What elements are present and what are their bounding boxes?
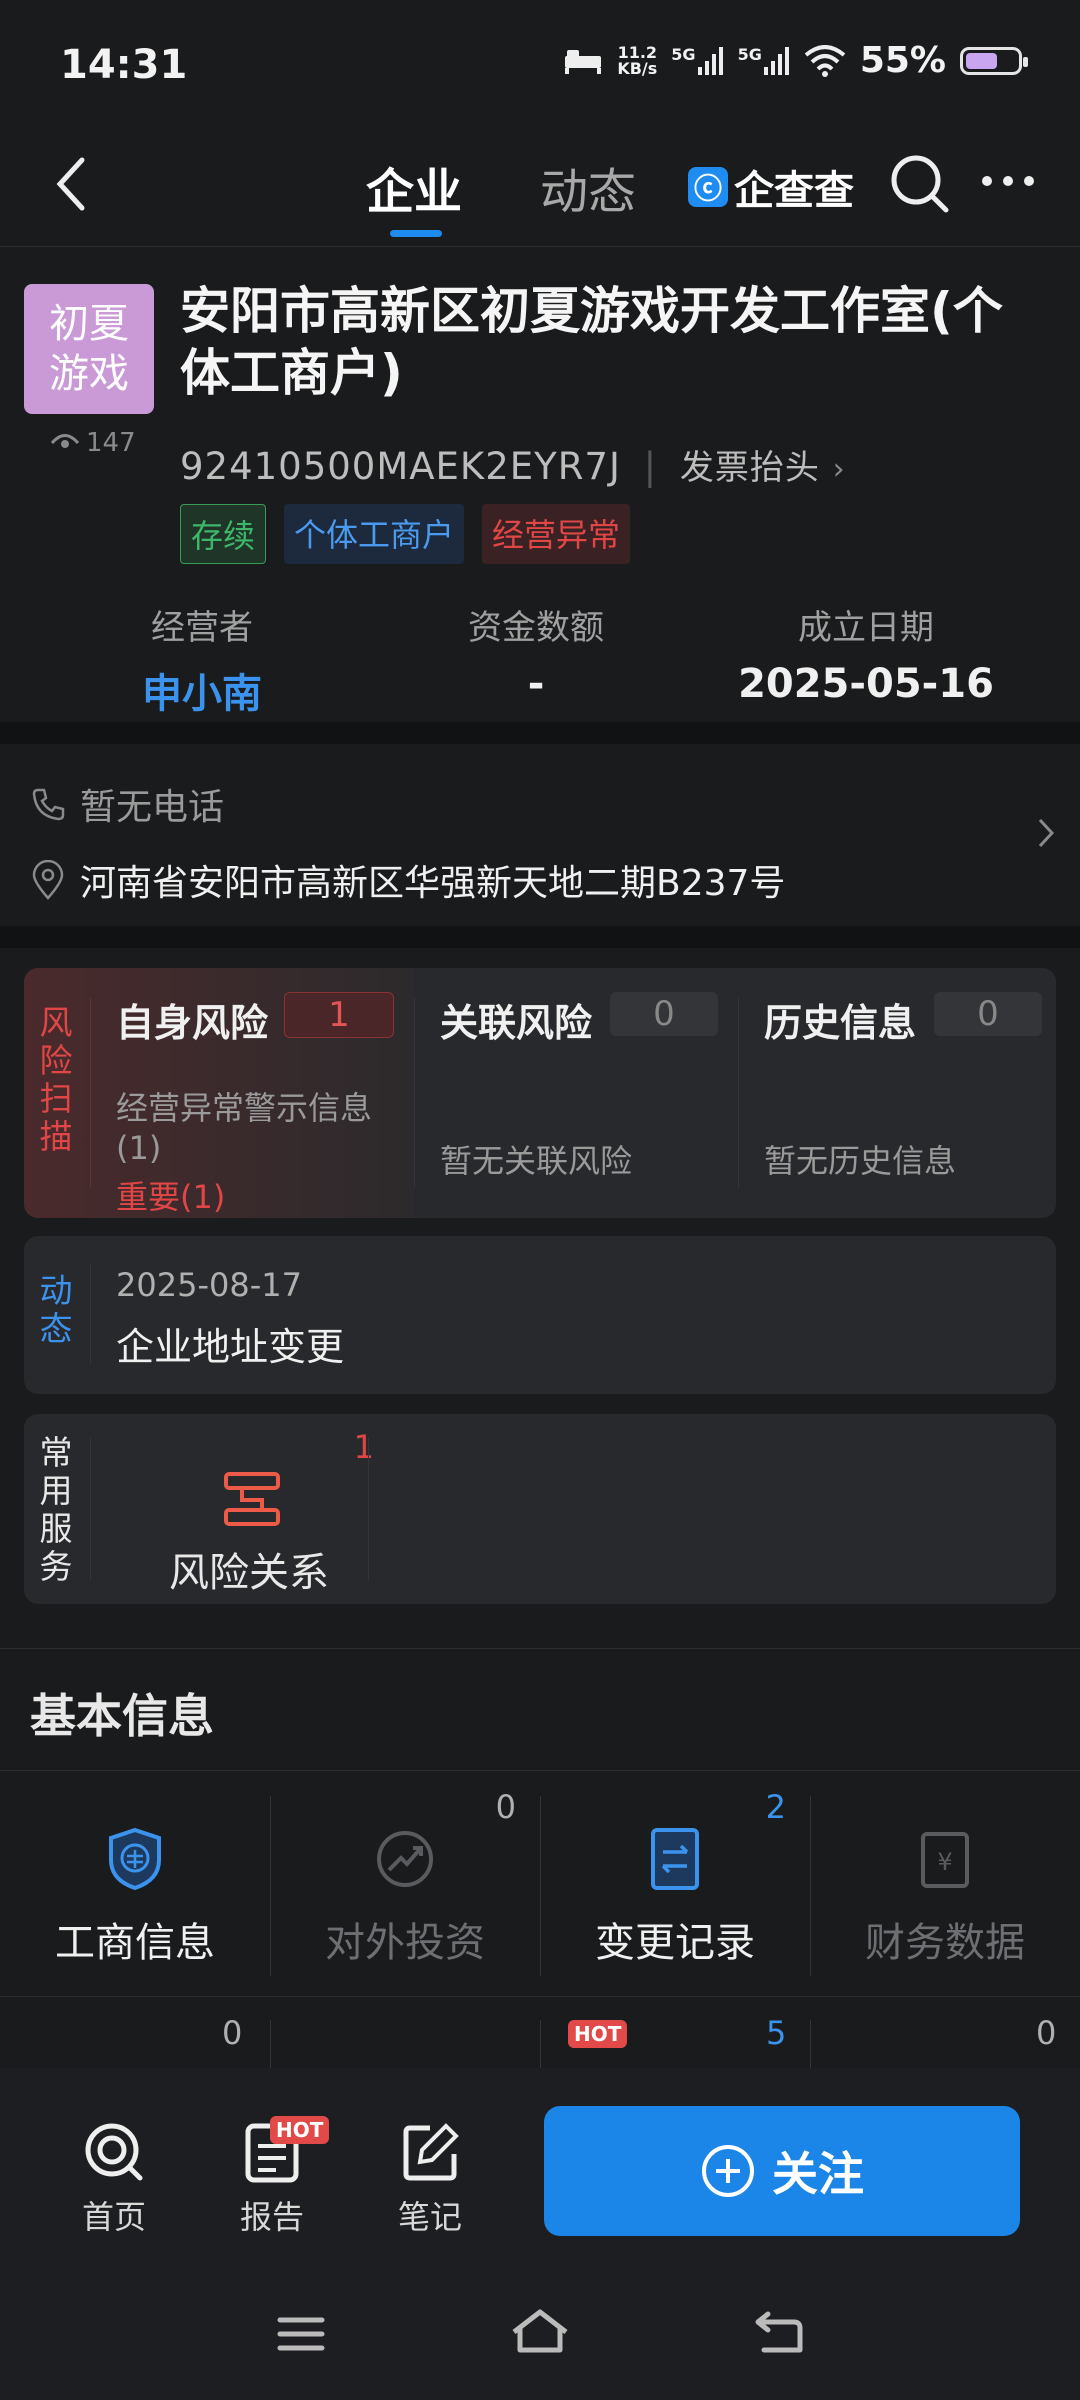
- divider: [0, 926, 1080, 948]
- phone-row: 暂无电话: [30, 778, 224, 830]
- company-name: 安阳市高新区初夏游戏开发工作室(个体工商户): [180, 282, 1003, 402]
- signal-icon: [697, 46, 723, 75]
- signal-5g-2: 5G: [738, 46, 790, 75]
- related-risk-title: 关联风险: [440, 1001, 593, 1045]
- basic-info-row2: 0 HOT 5 0: [0, 2000, 1080, 2070]
- top-nav: 企业 动态 ⓒ 企查查: [0, 130, 1080, 247]
- history-title: 历史信息: [764, 1001, 917, 1045]
- history-info[interactable]: 历史信息 0 暂无历史信息: [764, 992, 1054, 1202]
- change-doc-icon: [651, 1828, 699, 1890]
- nav-notes[interactable]: 笔记: [382, 2120, 478, 2238]
- wifi-icon: [804, 44, 846, 77]
- history-desc: 暂无历史信息: [764, 1142, 957, 1180]
- growth-chart-icon: [377, 1831, 433, 1887]
- service-risk-relation[interactable]: 1 风险关系: [114, 1424, 384, 1596]
- invoice-link[interactable]: 发票抬头: [680, 448, 820, 488]
- shield-icon: [109, 1827, 161, 1891]
- finance-doc-icon: ¥: [921, 1832, 969, 1888]
- status-bar: 14:31 11.2 KB/s 5G 5G 55%: [0, 0, 1080, 130]
- eye-icon: [50, 434, 80, 448]
- status-time: 14:31: [60, 42, 188, 88]
- service-count: 1: [353, 1428, 374, 1466]
- net-speed: 11.2 KB/s: [617, 42, 658, 78]
- divider: [0, 722, 1080, 744]
- risk-relation-icon: [224, 1472, 280, 1526]
- contact-section[interactable]: 暂无电话 河南省安阳市高新区华强新天地二期B237号: [0, 744, 1080, 924]
- qichacha-logo-icon: ⓒ: [688, 167, 728, 207]
- follow-button[interactable]: 关注: [544, 2106, 1020, 2236]
- basic-info-title: 基本信息: [30, 1689, 214, 1743]
- credit-code-row: 92410500MAEK2EYR7J | 发票抬头 ›: [180, 445, 846, 488]
- divider: [0, 1648, 1080, 1649]
- battery-percent: 55%: [859, 40, 946, 81]
- tag-status: 存续: [180, 504, 267, 564]
- service-name: 风险关系: [169, 1550, 329, 1596]
- tab-enterprise[interactable]: 企业: [366, 152, 462, 222]
- signal-icon: [763, 46, 789, 75]
- plus-circle-icon: [702, 2145, 754, 2197]
- brand-logo: ⓒ 企查查: [688, 158, 854, 216]
- location-pin-icon: [32, 860, 64, 900]
- search-icon[interactable]: [888, 152, 952, 216]
- status-icons: 11.2 KB/s 5G 5G 55%: [563, 40, 1028, 81]
- view-count: 147: [50, 428, 136, 458]
- grid-investment[interactable]: 0 对外投资: [270, 1776, 540, 1996]
- history-count: 0: [934, 992, 1042, 1036]
- chevron-right-icon: ›: [832, 452, 846, 487]
- dynamic-label: 动态: [39, 1271, 73, 1348]
- risk-scan-label: 风险扫描: [39, 1003, 73, 1156]
- battery-icon: [960, 46, 1028, 75]
- services-label: 常用服务: [39, 1433, 73, 1586]
- dynamic-card[interactable]: 动态 2025-08-17 企业地址变更: [24, 1236, 1056, 1394]
- grid-change-records[interactable]: 2 变更记录: [540, 1776, 810, 1996]
- self-risk-detail: 经营异常警示信息 (1): [116, 1089, 373, 1167]
- risk-scan-card: 风险扫描 自身风险 1 经营异常警示信息 (1) 重要(1) 关联风险 0 暂无关…: [24, 968, 1056, 1218]
- grid-financial[interactable]: ¥ 财务数据: [810, 1776, 1080, 1996]
- grid-business-info[interactable]: 工商信息: [0, 1776, 270, 1996]
- self-risk[interactable]: 自身风险 1 经营异常警示信息 (1) 重要(1): [116, 992, 416, 1216]
- related-risk-desc: 暂无关联风险: [440, 1142, 633, 1180]
- services-card: 常用服务 1 风险关系: [24, 1414, 1056, 1604]
- notes-icon: [403, 2123, 459, 2181]
- self-risk-important: 重要(1): [116, 1178, 226, 1216]
- self-risk-count: 1: [284, 992, 394, 1038]
- tag-abnormal[interactable]: 经营异常: [482, 504, 631, 564]
- svg-text:¥: ¥: [937, 1848, 952, 1876]
- back-arrow-icon[interactable]: [52, 154, 92, 214]
- tag-type: 个体工商户: [284, 504, 465, 564]
- chevron-right-icon: [1038, 818, 1055, 848]
- hot-badge: HOT: [568, 2020, 628, 2048]
- report-hot-badge: HOT: [270, 2116, 330, 2144]
- phone-icon: [32, 788, 65, 821]
- self-risk-title: 自身风险: [116, 1001, 269, 1045]
- credit-code: 92410500MAEK2EYR7J: [180, 445, 621, 488]
- signal-5g-1: 5G: [671, 46, 723, 75]
- nav-home[interactable]: 首页: [66, 2120, 162, 2238]
- status-tags: 存续 个体工商户 经营异常: [180, 504, 631, 564]
- related-risk[interactable]: 关联风险 0 暂无关联风险: [440, 992, 740, 1202]
- company-logo: 初夏 游戏: [24, 284, 154, 414]
- home-logo-icon: [85, 2123, 143, 2181]
- related-risk-count: 0: [610, 992, 718, 1036]
- fact-operator: 经营者 申小南: [52, 600, 352, 719]
- fact-capital: 资金数额 -: [468, 608, 604, 707]
- tab-dynamics[interactable]: 动态: [540, 152, 636, 222]
- more-icon[interactable]: [980, 174, 1036, 188]
- dynamic-date: 2025-08-17: [116, 1266, 302, 1304]
- menu-icon[interactable]: [276, 2314, 326, 2354]
- fact-founded: 成立日期 2025-05-16: [738, 608, 994, 707]
- address-row: 河南省安阳市高新区华强新天地二期B237号: [30, 854, 785, 906]
- home-icon[interactable]: [510, 2306, 570, 2356]
- dynamic-text: 企业地址变更: [116, 1325, 345, 1369]
- operator-name[interactable]: 申小南: [52, 661, 352, 719]
- bed-icon: [565, 49, 602, 74]
- back-icon[interactable]: [754, 2310, 804, 2356]
- active-tab-indicator: [390, 230, 442, 237]
- nav-report[interactable]: 报告 HOT: [224, 2116, 330, 2238]
